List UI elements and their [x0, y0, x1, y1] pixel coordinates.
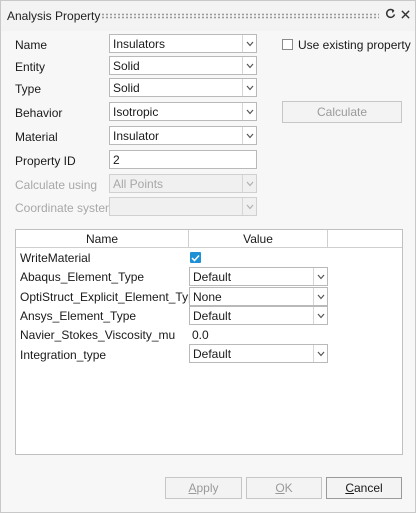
- calculate-using-dropdown: All Points: [109, 174, 257, 193]
- column-header-name[interactable]: Name: [16, 232, 188, 246]
- chevron-down-icon: [242, 175, 256, 192]
- integration-type-dropdown[interactable]: Default: [189, 344, 328, 363]
- property-id-input[interactable]: 2: [109, 150, 257, 169]
- navier-stokes-value[interactable]: 0.0: [192, 328, 209, 342]
- close-icon[interactable]: [401, 8, 410, 22]
- entity-label: Entity: [15, 60, 46, 74]
- chevron-down-icon[interactable]: [313, 268, 327, 285]
- optistruct-element-type-value: None: [193, 290, 222, 304]
- apply-mnemonic: A: [188, 481, 197, 495]
- calculate-button[interactable]: Calculate: [282, 101, 402, 123]
- behavior-value: Isotropic: [113, 105, 159, 119]
- calculate-using-value: All Points: [113, 177, 164, 191]
- drag-grip[interactable]: [101, 13, 379, 19]
- row-name-writematerial: WriteMaterial: [20, 251, 91, 265]
- type-value: Solid: [113, 81, 140, 95]
- analysis-property-dialog: Analysis Property Name Entity Type Behav…: [0, 0, 416, 513]
- abaqus-element-type-value: Default: [193, 270, 232, 284]
- row-name-integration-type: Integration_type: [20, 348, 107, 362]
- chevron-down-icon[interactable]: [242, 127, 256, 144]
- row-name-optistruct: OptiStruct_Explicit_Element_Type: [20, 290, 202, 304]
- optistruct-element-type-dropdown[interactable]: None: [189, 287, 328, 306]
- ok-button[interactable]: OK: [246, 477, 322, 499]
- property-id-label: Property ID: [15, 154, 76, 168]
- chevron-down-icon[interactable]: [313, 288, 327, 305]
- use-existing-checkbox[interactable]: [282, 39, 293, 50]
- material-label: Material: [15, 130, 58, 144]
- behavior-dropdown[interactable]: Isotropic: [109, 102, 257, 121]
- title-bar[interactable]: Analysis Property: [1, 1, 415, 31]
- ansys-element-type-dropdown[interactable]: Default: [189, 306, 328, 325]
- chevron-down-icon[interactable]: [242, 103, 256, 120]
- property-table: Name Value WriteMaterial Abaqus_Element_…: [15, 229, 403, 455]
- chevron-down-icon[interactable]: [242, 79, 256, 96]
- row-name-abaqus: Abaqus_Element_Type: [20, 270, 145, 284]
- apply-label-post: pply: [196, 481, 219, 495]
- abaqus-element-type-dropdown[interactable]: Default: [189, 267, 328, 286]
- refresh-icon[interactable]: [385, 8, 396, 22]
- row-name-navier-stokes: Navier_Stokes_Viscosity_mu: [20, 328, 176, 342]
- cancel-button[interactable]: Cancel: [326, 477, 402, 499]
- use-existing-label[interactable]: Use existing property: [298, 38, 411, 52]
- chevron-down-icon[interactable]: [313, 307, 327, 324]
- name-label: Name: [15, 38, 48, 52]
- calculate-using-label: Calculate using: [15, 178, 98, 192]
- apply-button[interactable]: Apply: [165, 477, 242, 499]
- behavior-label: Behavior: [15, 106, 63, 120]
- ok-mnemonic: O: [275, 481, 285, 495]
- chevron-down-icon[interactable]: [242, 57, 256, 74]
- column-header-value[interactable]: Value: [189, 232, 327, 246]
- entity-value: Solid: [113, 59, 140, 73]
- entity-dropdown[interactable]: Solid: [109, 56, 257, 75]
- chevron-down-icon: [242, 198, 256, 215]
- table-header: Name Value: [16, 230, 402, 248]
- cancel-mnemonic: C: [345, 481, 354, 495]
- coordinate-system-label: Coordinate system: [15, 201, 116, 215]
- type-label: Type: [15, 82, 42, 96]
- cancel-label-post: ancel: [353, 481, 383, 495]
- writematerial-checkbox[interactable]: [190, 252, 201, 263]
- name-value: Insulators: [113, 37, 166, 51]
- chevron-down-icon[interactable]: [242, 35, 256, 52]
- type-dropdown[interactable]: Solid: [109, 78, 257, 97]
- material-value: Insulator: [113, 129, 160, 143]
- ok-label-post: K: [284, 481, 293, 495]
- material-dropdown[interactable]: Insulator: [109, 126, 257, 145]
- property-id-value: 2: [113, 153, 120, 167]
- coordinate-system-dropdown: [109, 197, 257, 216]
- row-name-ansys: Ansys_Element_Type: [20, 309, 137, 323]
- integration-type-value: Default: [193, 347, 232, 361]
- name-dropdown[interactable]: Insulators: [109, 34, 257, 53]
- dialog-title: Analysis Property: [7, 9, 101, 23]
- ansys-element-type-value: Default: [193, 309, 232, 323]
- column-divider[interactable]: [327, 230, 328, 248]
- chevron-down-icon[interactable]: [313, 345, 327, 362]
